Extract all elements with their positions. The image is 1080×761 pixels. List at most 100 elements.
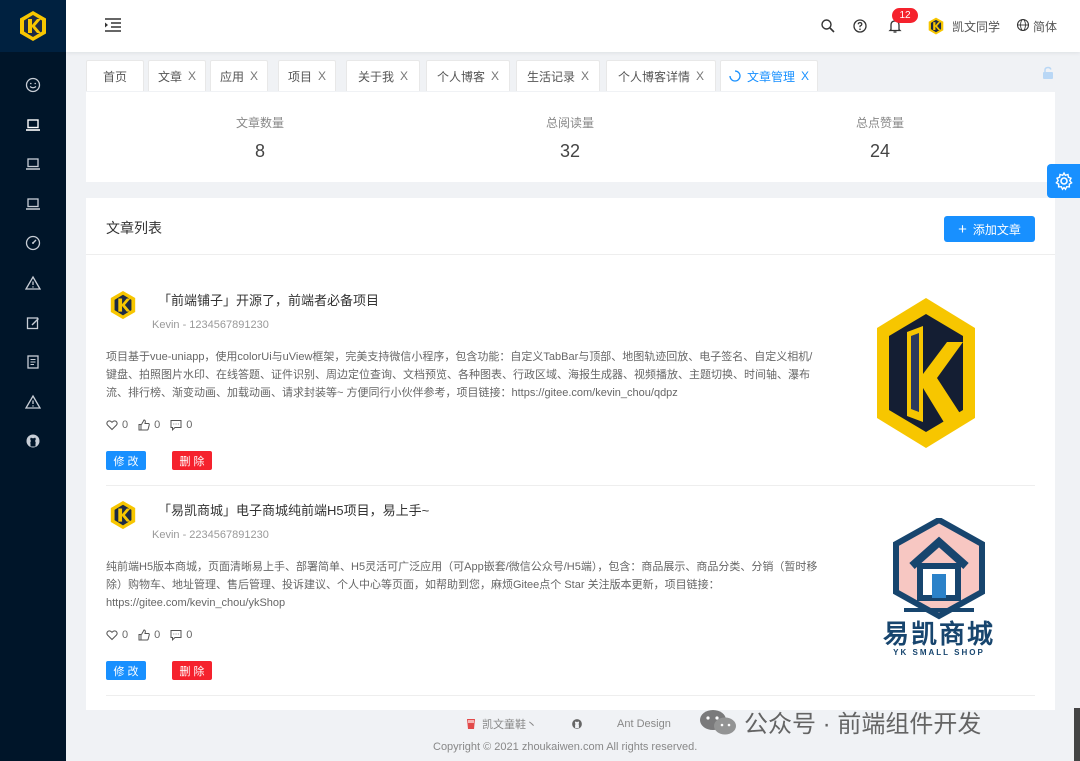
gear-icon [1054, 171, 1073, 191]
edit-icon [26, 317, 39, 330]
watermark-text: 公众号 · 前端组件开发 [744, 711, 982, 738]
globe-icon [1016, 18, 1030, 32]
article-meta: Kevin - 2234567891230 [152, 529, 269, 541]
tab-close-button[interactable]: X [581, 69, 589, 83]
article-meta: Kevin - 1234567891230 [152, 319, 269, 331]
page-tabs: 首页 文章 X 应用 X 项目 X 关于我 X 个人博客 X 生活记录 X 个人博客详情 X … [86, 60, 1080, 92]
heart-icon [106, 420, 118, 431]
add-article-button[interactable]: + 添加文章 [944, 216, 1035, 242]
avatar-logo-icon [110, 500, 136, 530]
tab-close-button[interactable]: X [250, 69, 258, 83]
stats-panel: 文章数量 8 总阅读量 32 总点赞量 24 [86, 92, 1055, 182]
like-action[interactable]: 0 [106, 419, 128, 431]
divider [106, 695, 1035, 696]
plus-icon: + [958, 220, 967, 238]
search-button[interactable] [820, 18, 836, 34]
like-count: 0 [122, 629, 129, 641]
tab-label: 文章 [157, 69, 182, 84]
sidebar-item-document[interactable] [22, 351, 44, 373]
comment-action[interactable]: 0 [170, 629, 192, 641]
stat-value: 24 [869, 141, 891, 161]
thumb-action[interactable]: 0 [138, 419, 160, 431]
tab-blog-detail[interactable]: 个人博客详情 X [606, 60, 716, 91]
tab-blog[interactable]: 个人博客 X [426, 60, 510, 91]
article-actions: 0 0 0 [106, 419, 202, 431]
watermark: 公众号 · 前端组件开发 [698, 704, 981, 739]
divider [86, 254, 1055, 255]
sidebar-item-github[interactable] [22, 430, 44, 452]
sidebar-item-warning-1[interactable] [22, 272, 44, 294]
sidebar-item-laptop-1[interactable] [22, 114, 44, 136]
tab-article-management[interactable]: 文章管理 X [720, 60, 818, 91]
search-icon [821, 19, 835, 33]
stat-value: 32 [559, 141, 581, 161]
help-button[interactable] [852, 18, 868, 34]
comment-icon [170, 630, 182, 641]
user-name[interactable]: 凯文同学 [952, 18, 1000, 35]
sidebar-item-smile[interactable] [22, 74, 44, 96]
settings-drawer-button[interactable] [1047, 164, 1080, 198]
stat-total-likes: 总点赞量 24 [780, 114, 980, 162]
article-title[interactable]: 「易凯商城」电子商城纯前端H5项目，易上手~ [158, 500, 429, 519]
comment-action[interactable]: 0 [170, 419, 192, 431]
tab-projects[interactable]: 项目 X [278, 60, 336, 91]
user-avatar[interactable] [927, 17, 945, 35]
thumb-action[interactable]: 0 [138, 629, 160, 641]
sidebar-item-laptop-2[interactable] [22, 153, 44, 175]
article-cover-shop-logo: 易凯商城 YK SMALL SHOP [864, 516, 1014, 666]
sidebar-item-edit[interactable] [22, 312, 44, 334]
delete-button[interactable]: 删 除 [172, 661, 212, 680]
tab-label: 个人博客详情 [617, 69, 690, 84]
like-count: 0 [122, 419, 129, 431]
tab-about[interactable]: 关于我 X [346, 60, 420, 91]
like-action[interactable]: 0 [106, 629, 128, 641]
document-icon [27, 355, 39, 369]
warning-icon [25, 394, 41, 409]
stat-label: 文章数量 [235, 116, 284, 130]
tab-articles[interactable]: 文章 X [148, 60, 206, 91]
tab-label: 首页 [102, 69, 127, 84]
article-list-card: 文章列表 + 添加文章 「前端铺子」开源了，前端者必备项目 Kevin - 123… [86, 198, 1055, 710]
edit-button[interactable]: 修 改 [106, 661, 146, 680]
language-selector[interactable]: 简体 [1033, 18, 1057, 35]
shop-logo-title: 易凯商城 [882, 619, 995, 649]
article-description: 纯前端H5版本商城，页面清晰易上手、部署简单、H5灵活可广泛应用（可App嵌套/… [106, 561, 818, 609]
scrollbar[interactable] [1074, 708, 1080, 761]
sidebar-item-dashboard[interactable] [22, 232, 44, 254]
tab-label: 关于我 [357, 69, 394, 84]
tab-apps[interactable]: 应用 X [210, 60, 268, 91]
tab-label: 应用 [219, 69, 244, 84]
language-globe[interactable] [1016, 18, 1032, 34]
article-cover-k-logo [877, 298, 975, 448]
github-icon[interactable] [571, 718, 583, 730]
question-icon [853, 19, 867, 33]
edit-button[interactable]: 修 改 [106, 451, 146, 470]
tab-close-button[interactable]: X [491, 69, 499, 83]
footer-link-antdesign[interactable]: Ant Design [617, 718, 671, 730]
list-title: 文章列表 [106, 220, 162, 236]
cup-icon [467, 719, 475, 729]
app-logo[interactable] [0, 0, 66, 52]
tab-close-button[interactable]: X [400, 69, 408, 83]
sidebar-item-warning-2[interactable] [22, 391, 44, 413]
loading-icon [729, 70, 741, 82]
tab-close-button[interactable]: X [318, 69, 326, 83]
tab-close-button[interactable]: X [696, 69, 704, 83]
tab-home[interactable]: 首页 [86, 60, 144, 91]
add-article-label: 添加文章 [972, 222, 1021, 237]
lock-tabs-button[interactable] [1041, 66, 1055, 80]
delete-button[interactable]: 删 除 [172, 451, 212, 470]
article-actions: 0 0 0 [106, 629, 202, 641]
avatar [108, 500, 138, 530]
menu-toggle-button[interactable] [104, 16, 122, 34]
sidebar-item-laptop-3[interactable] [22, 193, 44, 215]
laptop-icon [26, 198, 40, 210]
article-title[interactable]: 「前端铺子」开源了，前端者必备项目 [158, 290, 379, 309]
thumb-count: 0 [154, 629, 161, 641]
tab-life[interactable]: 生活记录 X [516, 60, 600, 91]
tab-close-button[interactable]: X [188, 69, 196, 83]
article-description: 项目基于vue-uniapp，使用colorUi与uView框架，完美支持微信小… [106, 351, 813, 399]
comment-count: 0 [186, 629, 193, 641]
footer-link-author[interactable]: 凯文童鞋丶 [482, 716, 537, 732]
tab-close-button[interactable]: X [801, 69, 809, 83]
